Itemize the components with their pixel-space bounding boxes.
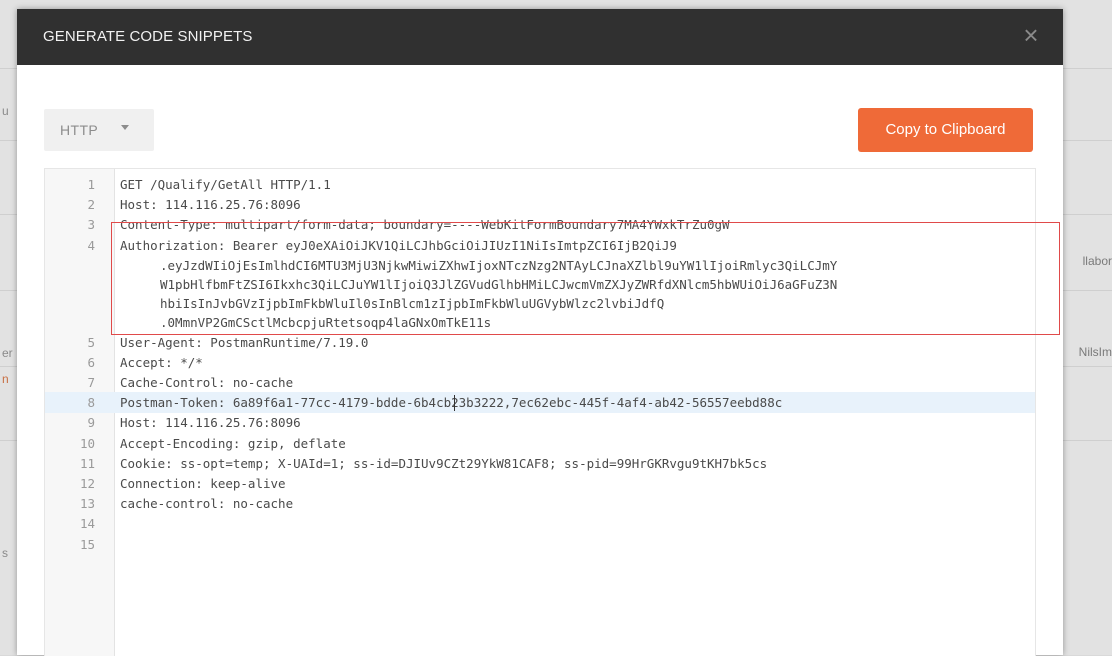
line-number: 8 — [87, 395, 95, 411]
line-number: 12 — [79, 476, 95, 491]
line-number: 5 — [87, 334, 95, 350]
line-number: 10 — [79, 435, 95, 451]
background-text: er — [2, 346, 13, 360]
background-text: NilsIm — [1078, 345, 1112, 359]
code-text: cache-control: no-cache — [120, 496, 294, 512]
code-text: Postman-Token: 6a89f6a1-77cc-4179-bdde-6… — [120, 395, 783, 411]
code-text: Accept-Encoding: gzip, deflate — [120, 435, 346, 451]
modal-header: GENERATE CODE SNIPPETS × — [17, 9, 1063, 65]
code-line: 6 Accept: */* — [45, 352, 1035, 373]
code-line: 7 Cache-Control: no-cache — [45, 372, 1035, 393]
close-icon[interactable]: × — [1017, 20, 1045, 50]
line-number: 15 — [79, 536, 95, 552]
line-number: 14 — [79, 516, 95, 532]
language-select[interactable]: HTTP — [44, 109, 154, 151]
background-text: llabor — [1082, 254, 1112, 268]
code-text: Host: 114.116.25.76:8096 — [120, 197, 301, 213]
code-line: 9 Host: 114.116.25.76:8096 — [45, 412, 1035, 433]
code-line: 1 GET /Qualify/GetAll HTTP/1.1 — [45, 174, 1035, 195]
code-line: 11 Cookie: ss-opt=temp; X-UAId=1; ss-id=D… — [45, 453, 1035, 474]
code-text: Host: 114.116.25.76:8096 — [120, 415, 301, 431]
code-line: 13 cache-control: no-cache — [45, 493, 1035, 514]
line-number: 6 — [87, 354, 95, 370]
line-number: 3 — [87, 217, 95, 233]
text-cursor — [454, 395, 455, 411]
line-number: 4 — [87, 237, 95, 253]
copy-to-clipboard-button[interactable]: Copy to Clipboard — [858, 108, 1033, 152]
line-number: 7 — [87, 375, 95, 390]
code-line: 8 Postman-Token: 6a89f6a1-77cc-4179-bdde-… — [45, 392, 1035, 414]
code-line: 2 Host: 114.116.25.76:8096 — [45, 194, 1035, 215]
line-number: 2 — [87, 197, 95, 213]
code-text: GET /Qualify/GetAll HTTP/1.1 — [120, 177, 331, 192]
code-line: 12 Connection: keep-alive — [45, 473, 1035, 494]
line-number: 13 — [79, 496, 95, 512]
chevron-down-icon — [121, 125, 129, 130]
language-select-value: HTTP — [60, 122, 99, 138]
line-number: 9 — [87, 415, 95, 431]
code-line: 10 Accept-Encoding: gzip, deflate — [45, 433, 1035, 454]
line-number: 1 — [87, 177, 95, 192]
background-text: s — [2, 546, 8, 560]
code-text: Cache-Control: no-cache — [120, 375, 294, 390]
code-text: Connection: keep-alive — [120, 476, 286, 491]
modal-title: GENERATE CODE SNIPPETS — [43, 28, 253, 45]
background-text: n — [2, 372, 9, 386]
background-text: u — [2, 104, 9, 118]
code-line: 15 — [45, 534, 1035, 555]
line-number: 11 — [79, 455, 95, 471]
code-line: 14 — [45, 513, 1035, 534]
code-text: Cookie: ss-opt=temp; X-UAId=1; ss-id=DJI… — [120, 455, 768, 471]
authorization-highlight-box — [111, 222, 1060, 335]
code-text: Accept: */* — [120, 354, 203, 370]
